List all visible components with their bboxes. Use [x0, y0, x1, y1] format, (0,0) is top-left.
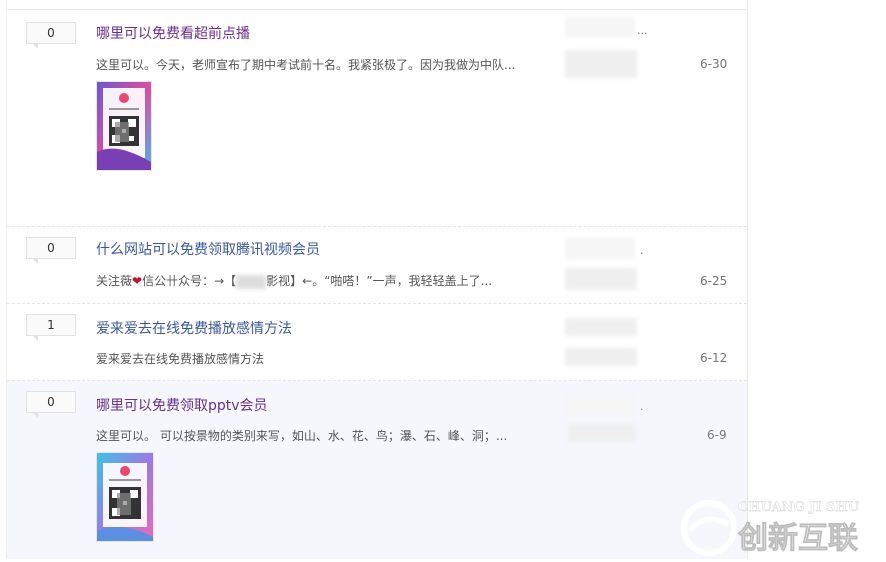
excerpt-part: 信公卄众号：→【 — [142, 274, 237, 288]
author-ellipsis: . — [640, 400, 644, 413]
author-avatar-redacted — [565, 238, 635, 260]
topic-row: 0 哪里可以免费看超前点播 这里可以。今天，老师宣布了期中考试前十名。我紧张极了… — [7, 10, 747, 227]
topic-row: 0 什么网站可以免费领取腾讯视频会员 关注薇❤信公卄众号：→【 影视】←。“啪嗒！… — [7, 227, 747, 304]
author-ellipsis: . — [640, 244, 644, 257]
heart-icon: ❤ — [132, 274, 143, 288]
watermark-chinese-text: 创新互联 — [737, 521, 858, 556]
qr-poster-thumbnail[interactable] — [96, 81, 152, 171]
topic-excerpt: 爱来爱去在线免费播放感情方法 — [96, 352, 265, 366]
reply-count-badge: 0 — [26, 391, 76, 418]
topic-date: 6-9 — [707, 428, 727, 442]
author-avatar-redacted — [565, 318, 637, 336]
reply-count-badge: 0 — [26, 22, 76, 49]
redacted-text — [236, 274, 267, 289]
author-avatar-redacted — [565, 394, 635, 414]
author-avatar-redacted — [565, 16, 635, 38]
site-watermark-logo: CHUANG JI SHU 创新互联 — [676, 490, 886, 559]
watermark-latin-text: CHUANG JI SHU — [738, 500, 860, 515]
reply-count-badge: 0 — [26, 237, 76, 264]
topic-excerpt: 关注薇❤信公卄众号：→【 影视】←。“啪嗒！”一声，我轻轻盖上了... — [96, 272, 492, 289]
topic-title-link[interactable]: 爱来爱去在线免费播放感情方法 — [96, 318, 292, 338]
topic-title-link[interactable]: 哪里可以免费领取pptv会员 — [96, 395, 268, 415]
topic-title-link[interactable]: 哪里可以免费看超前点播 — [96, 23, 250, 43]
topic-date: 6-30 — [700, 57, 728, 71]
author-name-redacted — [565, 268, 637, 290]
topic-row: 1 爱来爱去在线免费播放感情方法 爱来爱去在线免费播放感情方法 — [7, 304, 747, 381]
qr-poster-thumbnail[interactable] — [96, 452, 154, 542]
excerpt-part: 影视】←。“啪嗒！”一声，我轻轻盖上了... — [266, 274, 493, 288]
topic-excerpt: 这里可以。 可以按景物的类别来写，如山、水、花、鸟；瀑、石、峰、洞；... — [96, 429, 508, 443]
topic-date: 6-25 — [700, 274, 728, 288]
author-name-redacted — [565, 50, 637, 78]
author-name-redacted — [565, 348, 637, 366]
topic-row: 0 哪里可以免费领取pptv会员 这里可以。 可以按景物的类别来写，如山、水、花… — [7, 381, 747, 559]
topic-excerpt: 这里可以。今天，老师宣布了期中考试前十名。我紧张极了。因为我做为中队... — [96, 58, 516, 72]
reply-count-badge: 1 — [26, 314, 76, 341]
author-name-redacted — [568, 424, 636, 442]
author-ellipsis: ... — [637, 24, 648, 37]
excerpt-part: 关注薇 — [96, 274, 133, 288]
topic-date: 6-12 — [700, 351, 728, 365]
topic-title-link[interactable]: 什么网站可以免费领取腾讯视频会员 — [96, 239, 320, 259]
